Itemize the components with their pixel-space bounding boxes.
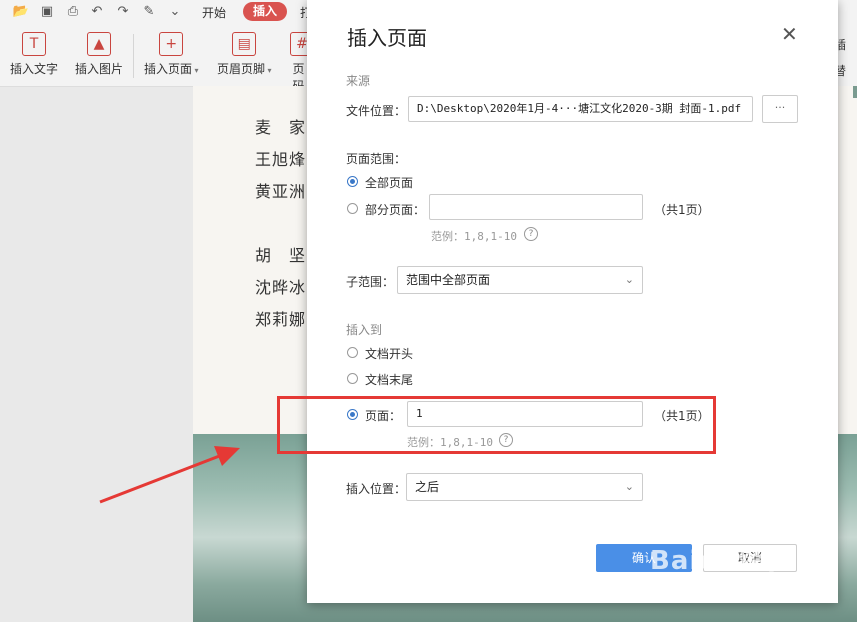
range-example-hint: 范例：1,8,1-10 (431, 230, 517, 243)
browse-button[interactable]: ··· (762, 95, 798, 123)
range-all-label[interactable]: 全部页面 (365, 174, 413, 191)
range-all-radio[interactable] (347, 176, 358, 187)
insert-position-label: 插入位置： (346, 482, 407, 496)
chevron-down-icon: ⌄ (624, 273, 634, 286)
baidu-watermark: Baidu经验 (650, 546, 793, 576)
chevron-down-icon: ⌄ (624, 480, 634, 493)
page-range-label: 页面范围： (346, 152, 407, 166)
file-location-label: 文件位置： (346, 104, 407, 118)
insert-end-label[interactable]: 文档末尾 (365, 371, 413, 388)
range-partial-label[interactable]: 部分页面： (365, 201, 425, 218)
insert-position-select[interactable]: 之后 ⌄ (406, 473, 643, 501)
insert-page-dialog: 插入页面 ✕ 来源 文件位置： D:\Desktop\2020年1月-4···塘… (307, 0, 838, 603)
subrange-select[interactable]: 范围中全部页面 ⌄ (397, 266, 643, 294)
close-icon[interactable]: ✕ (781, 22, 798, 46)
highlight-box (277, 396, 716, 454)
watermark-url: jingyan.baidu.com (676, 582, 778, 595)
range-partial-input[interactable] (429, 194, 643, 220)
insert-start-label[interactable]: 文档开头 (365, 345, 413, 362)
source-section-label: 来源 (346, 74, 371, 88)
dialog-title: 插入页面 (347, 26, 427, 50)
subrange-label: 子范围： (346, 275, 395, 289)
insert-to-section-label: 插入到 (346, 323, 383, 337)
insert-end-radio[interactable] (347, 373, 358, 384)
file-path-field[interactable]: D:\Desktop\2020年1月-4···塘江文化2020-3期 封面-1.… (408, 96, 753, 122)
insert-start-radio[interactable] (347, 347, 358, 358)
help-icon[interactable]: ? (524, 227, 538, 241)
range-total: （共1页） (654, 203, 710, 217)
range-partial-radio[interactable] (347, 203, 358, 214)
